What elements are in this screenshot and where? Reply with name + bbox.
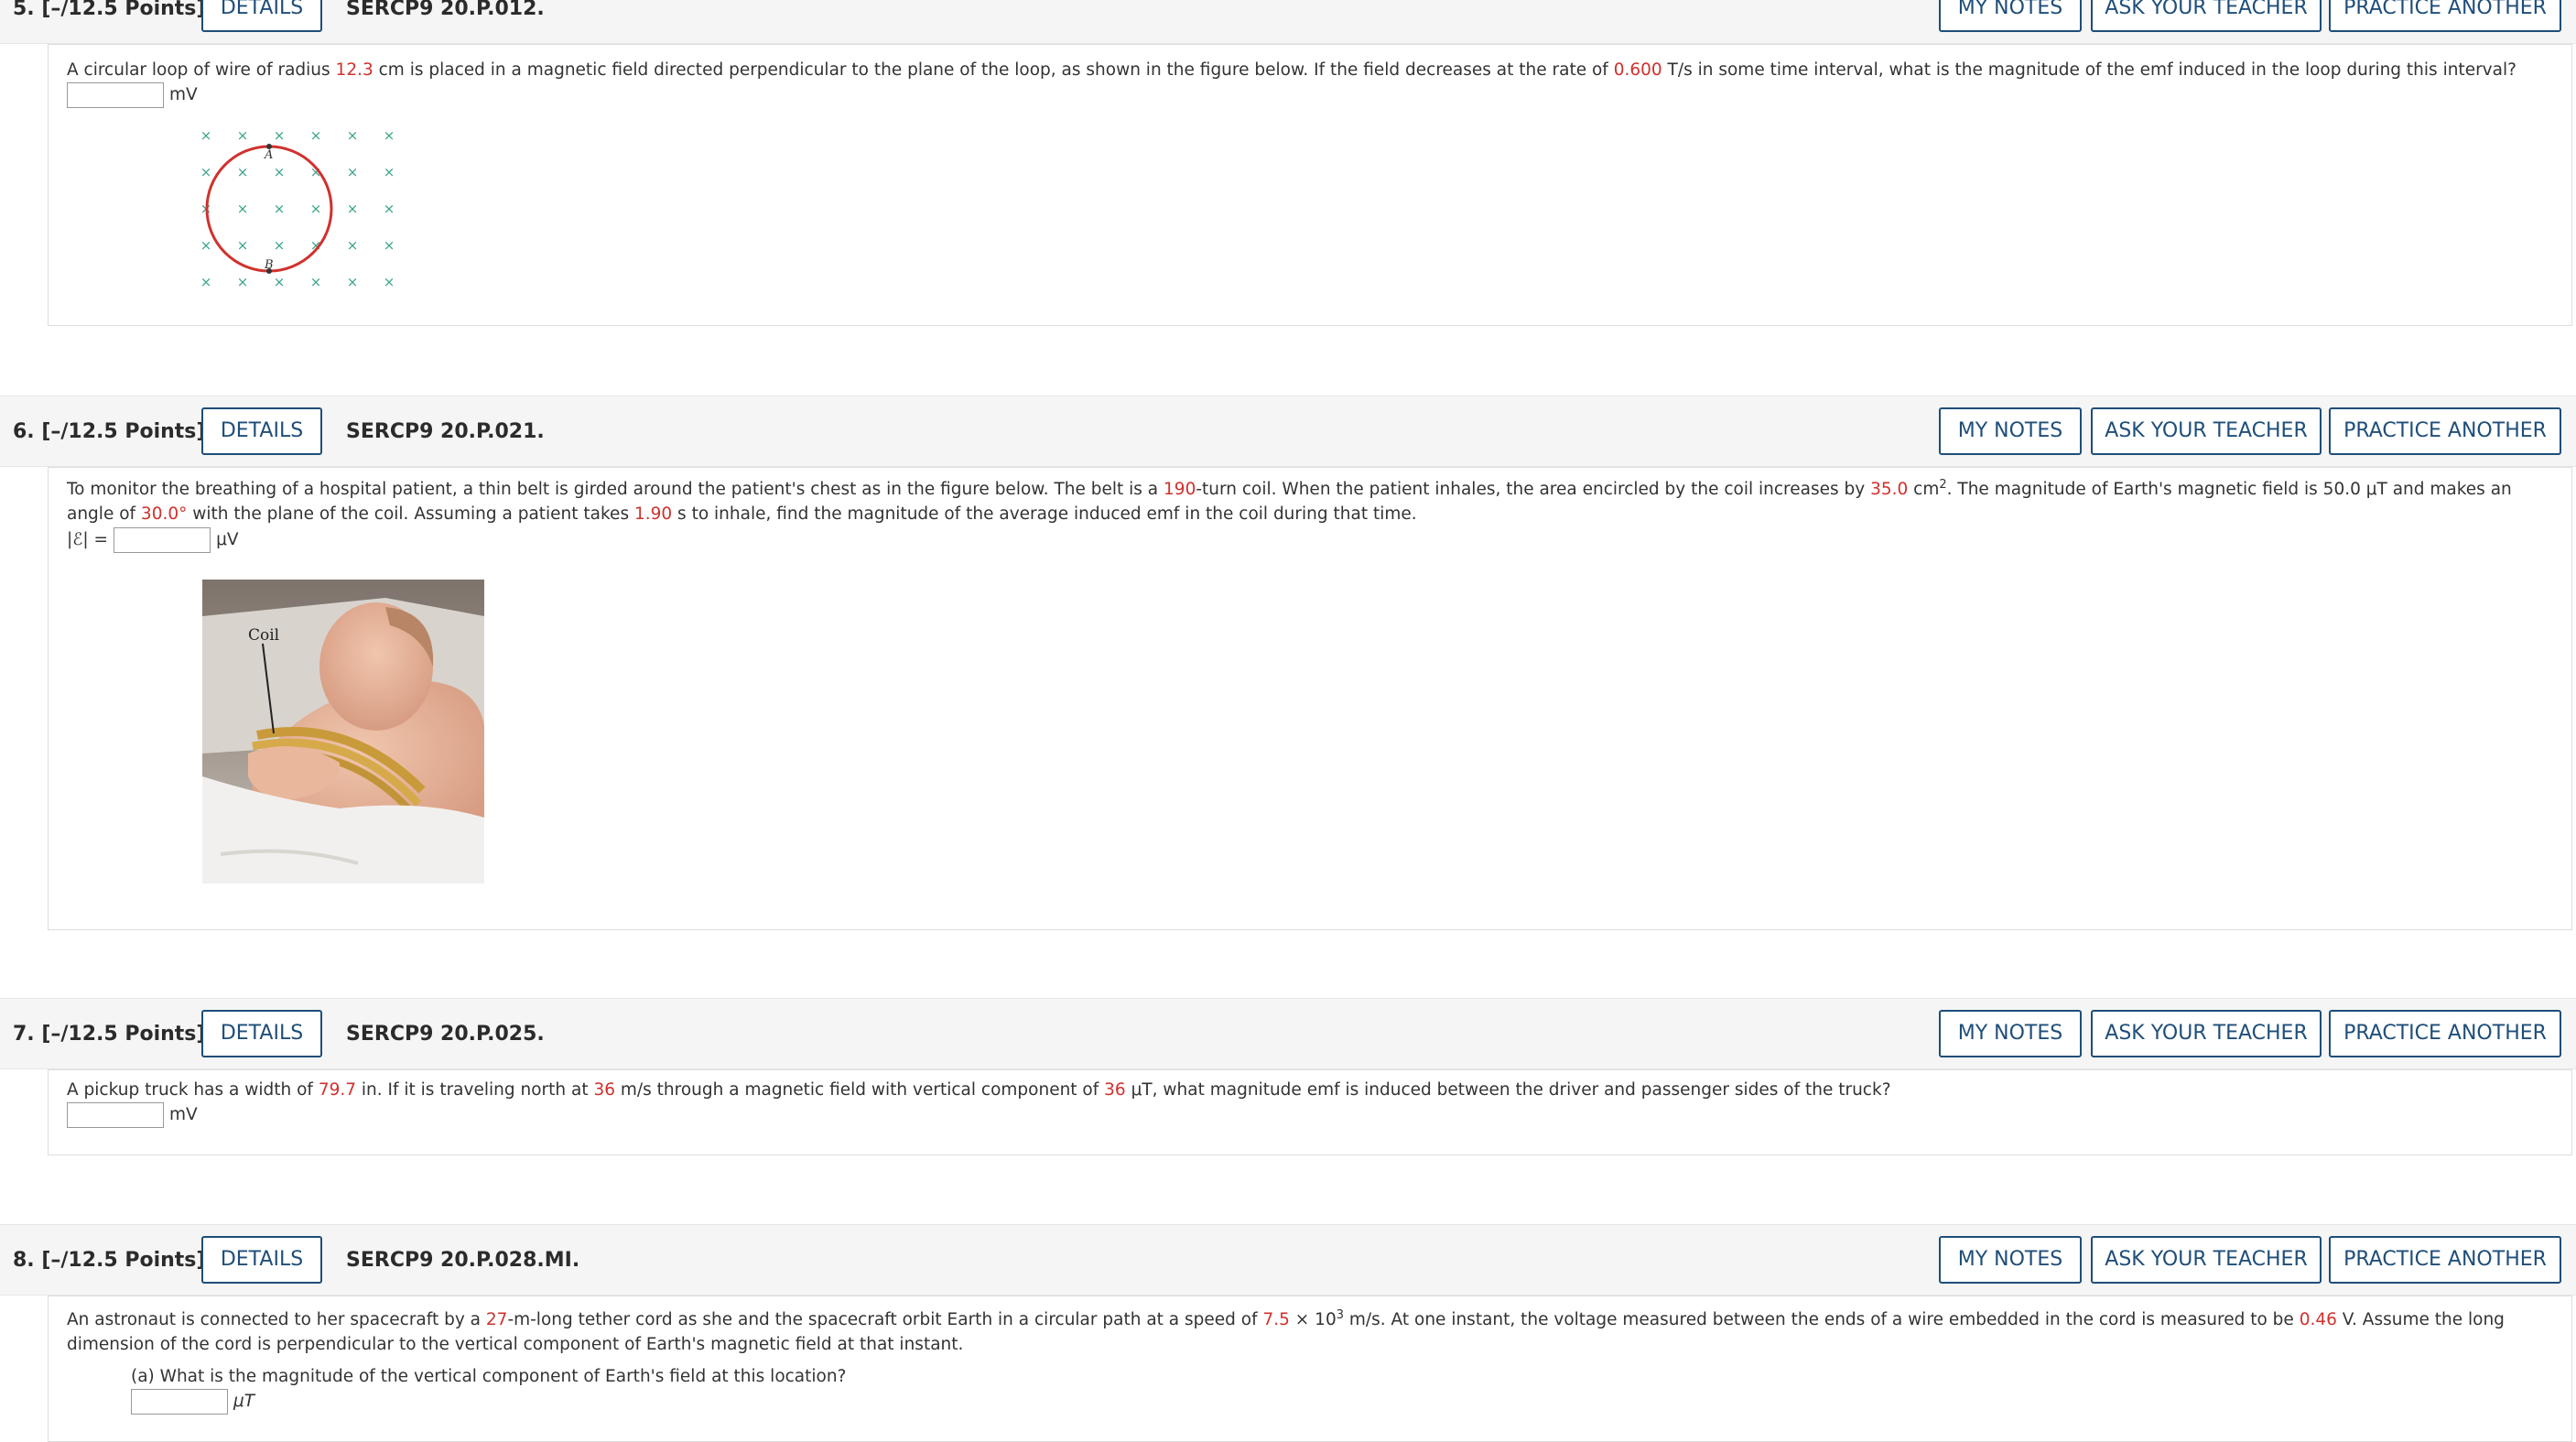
question-number: 7. [–/12.5 Points]: [13, 1023, 206, 1046]
question-code: SERCP9 20.P.021.: [346, 420, 545, 443]
field-x-marker: ×: [384, 164, 395, 180]
field-x-marker: ×: [200, 237, 212, 254]
unit-label: μT: [233, 1392, 255, 1411]
question-5-header: 5. [–/12.5 Points] DETAILS SERCP9 20.P.0…: [0, 0, 2576, 44]
field-x-marker: ×: [310, 127, 322, 144]
given-value: 27: [485, 1310, 508, 1329]
given-value: 79.7: [318, 1080, 357, 1100]
field-x-marker: ×: [274, 201, 286, 217]
given-value: 36: [593, 1080, 616, 1100]
ask-your-teacher-button[interactable]: ASK YOUR TEACHER: [2091, 0, 2322, 32]
field-x-marker: ×: [274, 164, 286, 180]
label-a: A: [264, 148, 273, 162]
field-x-marker: ×: [237, 201, 249, 217]
field-x-marker: ×: [347, 127, 359, 144]
answer-row: mV: [67, 1101, 198, 1129]
label-b: B: [264, 258, 274, 272]
question-code: SERCP9 20.P.028.MI.: [346, 1249, 580, 1272]
given-value: 0.600: [1613, 60, 1662, 80]
given-value: 190: [1164, 480, 1196, 499]
field-x-marker: ×: [200, 127, 212, 144]
question-text: To monitor the breathing of a hospital p…: [67, 477, 2512, 524]
patient-coil-photo: Coil: [202, 580, 484, 884]
field-x-marker: ×: [347, 274, 359, 290]
unit-label: mV: [169, 1105, 198, 1124]
question-number: 8. [–/12.5 Points]: [13, 1249, 206, 1272]
unit-label: μV: [216, 530, 239, 549]
field-x-marker: ×: [274, 274, 286, 290]
field-into-page-markers: × × × × × ×× × × × × ×× × × × × ×× × × × × ×× × × × × ×: [200, 127, 395, 290]
ask-your-teacher-button[interactable]: ASK YOUR TEACHER: [2091, 1010, 2322, 1057]
given-value: 7.5: [1262, 1310, 1290, 1329]
question-text: A pickup truck has a width of 79.7 in. I…: [67, 1080, 1891, 1100]
details-button[interactable]: DETAILS: [201, 0, 322, 32]
details-button[interactable]: DETAILS: [201, 1236, 322, 1284]
details-button[interactable]: DETAILS: [201, 407, 322, 455]
question-8-body: An astronaut is connected to her spacecr…: [48, 1296, 2572, 1442]
question-7-header: 7. [–/12.5 Points] DETAILS SERCP9 20.P.0…: [0, 998, 2576, 1069]
question-6-body: To monitor the breathing of a hospital p…: [48, 467, 2572, 930]
given-value: 0.46: [2299, 1310, 2337, 1329]
answer-row: |ℰ| = μV: [67, 526, 239, 554]
field-x-marker: ×: [310, 201, 322, 217]
question-number: 5. [–/12.5 Points]: [13, 0, 206, 20]
field-x-marker: ×: [200, 164, 212, 180]
part-a-question: (a) What is the magnitude of the vertica…: [131, 1367, 847, 1386]
my-notes-button[interactable]: MY NOTES: [1939, 0, 2082, 32]
practice-another-button[interactable]: PRACTICE ANOTHER: [2329, 1010, 2561, 1057]
field-x-marker: ×: [237, 274, 249, 290]
question-7-body: A pickup truck has a width of 79.7 in. I…: [48, 1069, 2572, 1155]
question-5-body: A circular loop of wire of radius 12.3 c…: [48, 44, 2572, 326]
my-notes-button[interactable]: MY NOTES: [1939, 1236, 2082, 1284]
question-text: An astronaut is connected to her spacecr…: [67, 1307, 2505, 1354]
magnetic-field-figure: × × × × × ×× × × × × ×× × × × × ×× × × × × ×× × × × × × A B: [200, 127, 395, 290]
given-value: 36: [1104, 1080, 1126, 1100]
my-notes-button[interactable]: MY NOTES: [1939, 407, 2082, 455]
practice-another-button[interactable]: PRACTICE ANOTHER: [2329, 1236, 2561, 1284]
given-value: 1.90: [633, 504, 673, 524]
my-notes-button[interactable]: MY NOTES: [1939, 1010, 2082, 1057]
field-x-marker: ×: [384, 201, 395, 217]
ask-your-teacher-button[interactable]: ASK YOUR TEACHER: [2091, 407, 2322, 455]
emf-symbol-label: |ℰ| =: [67, 530, 109, 549]
question-number: 6. [–/12.5 Points]: [13, 420, 206, 443]
coil-label: Coil: [248, 626, 279, 645]
field-x-marker: ×: [237, 164, 249, 180]
field-x-marker: ×: [347, 237, 359, 254]
answer-input[interactable]: [114, 527, 211, 553]
field-x-marker: ×: [274, 237, 286, 254]
answer-input[interactable]: [67, 82, 164, 108]
field-x-marker: ×: [384, 274, 395, 290]
question-code: SERCP9 20.P.012.: [346, 0, 545, 20]
given-value: 35.0: [1870, 480, 1909, 499]
ask-your-teacher-button[interactable]: ASK YOUR TEACHER: [2091, 1236, 2322, 1284]
field-x-marker: ×: [347, 201, 359, 217]
field-x-marker: ×: [237, 127, 249, 144]
given-value: 12.3: [335, 60, 373, 80]
field-x-marker: ×: [310, 274, 322, 290]
answer-input[interactable]: [131, 1389, 228, 1415]
field-x-marker: ×: [384, 237, 395, 254]
answer-input[interactable]: [67, 1102, 164, 1128]
field-x-marker: ×: [237, 237, 249, 254]
details-button[interactable]: DETAILS: [201, 1010, 322, 1057]
given-value: 30.0°: [140, 504, 188, 524]
practice-another-button[interactable]: PRACTICE ANOTHER: [2329, 407, 2561, 455]
field-x-marker: ×: [347, 164, 359, 180]
practice-another-button[interactable]: PRACTICE ANOTHER: [2329, 0, 2561, 32]
unit-label: mV: [169, 85, 198, 104]
question-6-header: 6. [–/12.5 Points] DETAILS SERCP9 20.P.0…: [0, 396, 2576, 467]
field-x-marker: ×: [274, 127, 286, 144]
field-x-marker: ×: [384, 127, 395, 144]
question-text: A circular loop of wire of radius 12.3 c…: [67, 60, 2516, 80]
question-code: SERCP9 20.P.025.: [346, 1023, 545, 1046]
question-8-header: 8. [–/12.5 Points] DETAILS SERCP9 20.P.0…: [0, 1224, 2576, 1296]
answer-row: μT: [131, 1388, 254, 1415]
answer-row: mV: [67, 81, 198, 109]
field-x-marker: ×: [200, 274, 212, 290]
